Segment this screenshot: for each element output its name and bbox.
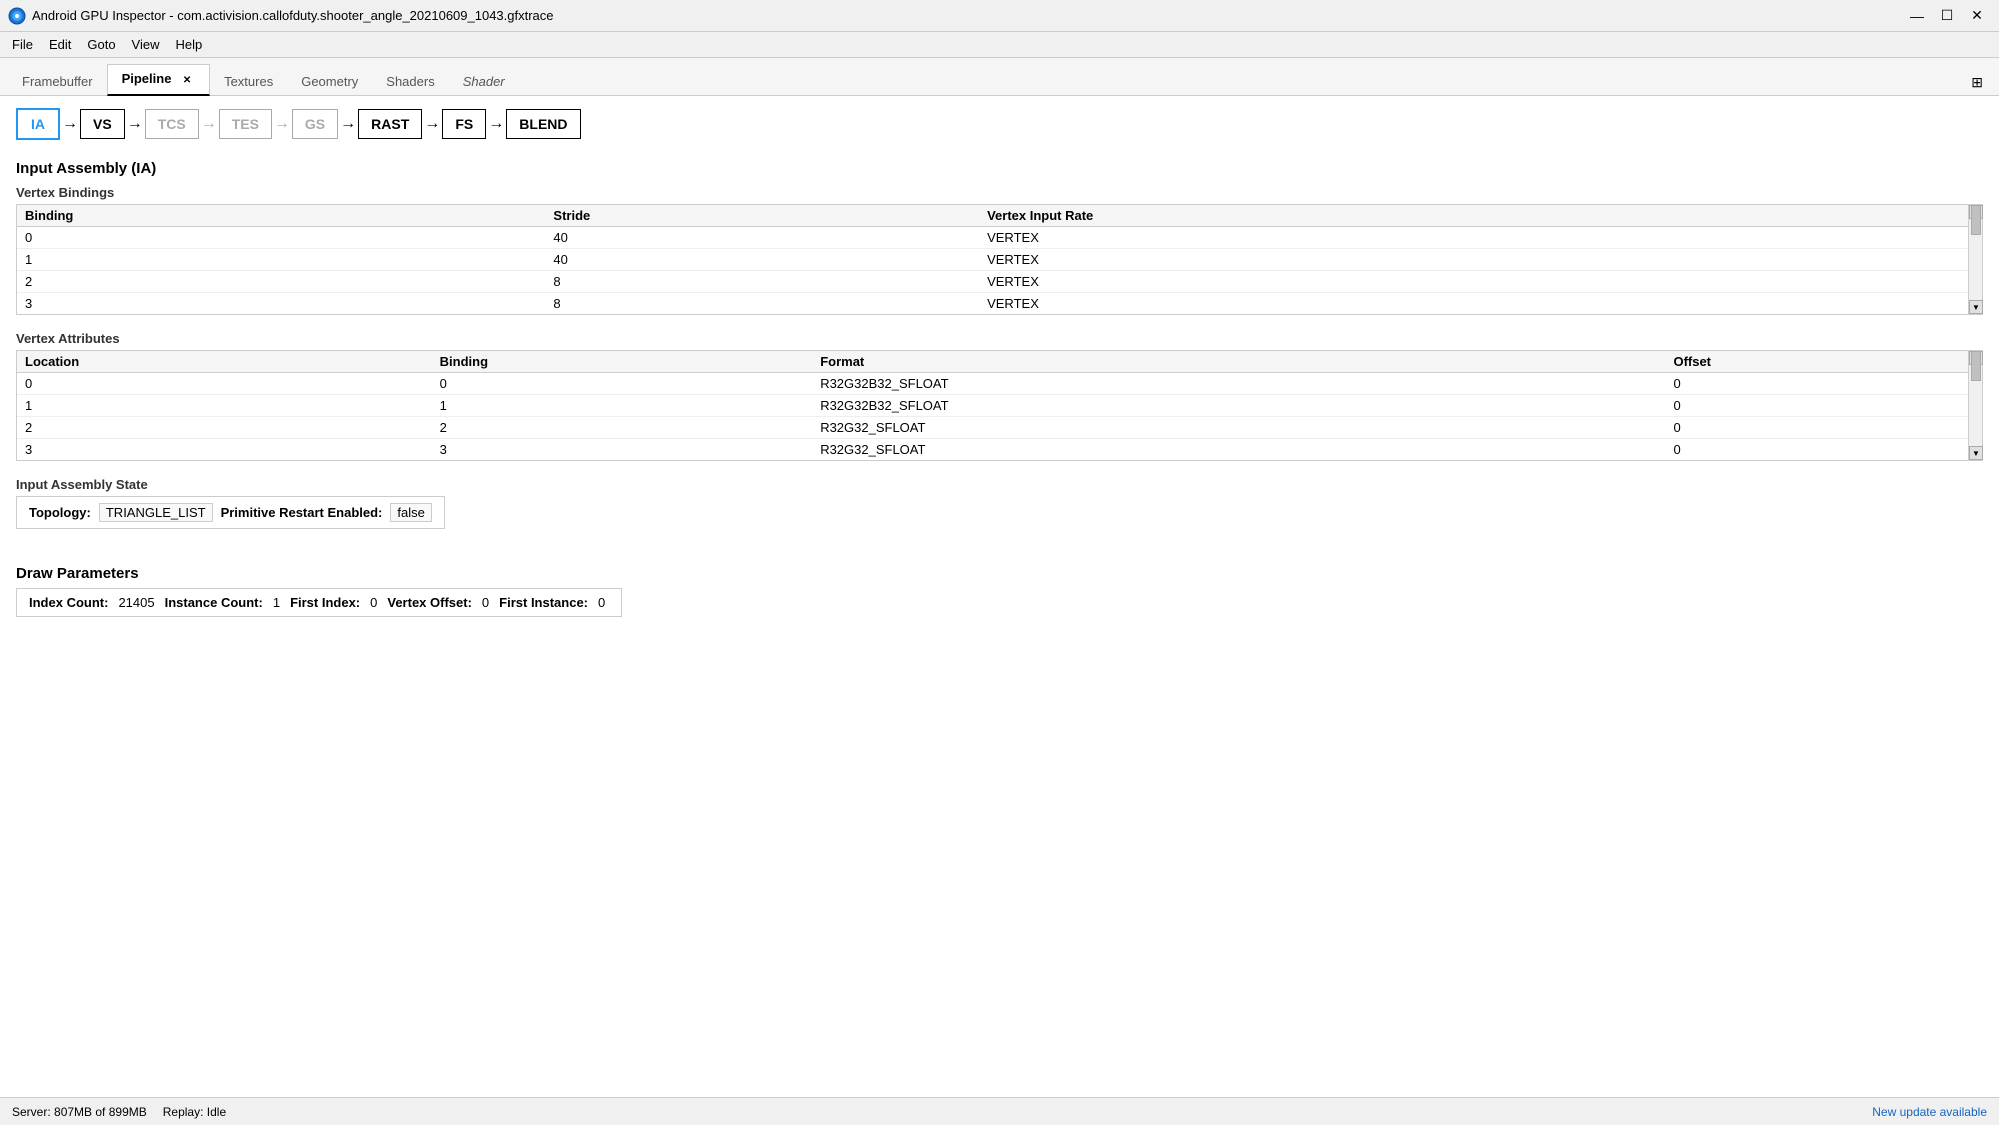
col-location: Location [17,351,432,373]
index-count-label: Index Count: [29,595,108,610]
vertex-bindings-title: Vertex Bindings [16,185,1983,200]
col-format: Format [812,351,1665,373]
menu-help[interactable]: Help [168,35,211,54]
replay-value: Idle [207,1105,226,1119]
tab-shaders[interactable]: Shaders [372,68,448,95]
primitive-restart-value: false [390,503,431,522]
stage-ia[interactable]: IA [16,108,60,140]
tab-bar: Framebuffer Pipeline ✕ Textures Geometry… [0,58,1999,96]
vertex-attributes-table: Location Binding Format Offset 00R32G32B… [17,351,1982,460]
section-input-assembly-title: Input Assembly (IA) [16,160,1983,177]
menu-view[interactable]: View [124,35,168,54]
app-icon [8,7,26,25]
arrow-fs-blend: → [488,115,504,133]
server-label: Server: [12,1105,51,1119]
scrollbar-thumb[interactable] [1971,205,1981,235]
window-title: Android GPU Inspector - com.activision.c… [32,8,554,23]
vertex-bindings-table-container: Binding Stride Vertex Input Rate 040VERT… [16,204,1983,315]
assembly-state-box: Topology: TRIANGLE_LIST Primitive Restar… [16,496,445,529]
col-binding: Binding [432,351,813,373]
table-row: 040VERTEX [17,227,1982,249]
first-instance-value: 0 [594,595,609,610]
col-stride: Stride [545,205,979,227]
table-row: 00R32G32B32_SFLOAT0 [17,373,1982,395]
tab-shader[interactable]: Shader [449,68,519,95]
draw-parameters-title: Draw Parameters [16,565,1983,582]
col-vertex-input-rate: Vertex Input Rate [979,205,1982,227]
arrow-tcs-tes: → [201,115,217,133]
scrollbar-attrs-thumb[interactable] [1971,351,1981,381]
arrow-tes-gs: → [274,115,290,133]
vertex-attrs-scrollbar[interactable]: ▲ ▼ [1968,351,1982,460]
stage-rast[interactable]: RAST [358,109,422,139]
tab-pipeline-close[interactable]: ✕ [179,72,195,88]
primitive-restart-label: Primitive Restart Enabled: [221,505,383,520]
status-bar: Server: 807MB of 899MB Replay: Idle New … [0,1097,1999,1125]
table-row: 11R32G32B32_SFLOAT0 [17,395,1982,417]
menu-edit[interactable]: Edit [41,35,79,54]
pipeline-stages: IA → VS → TCS → TES → GS → RAST → FS → B… [16,108,1983,140]
arrow-ia-vs: → [62,115,78,133]
vertex-offset-label: Vertex Offset: [387,595,472,610]
server-value: 807MB of 899MB [54,1105,147,1119]
table-row: 22R32G32_SFLOAT0 [17,417,1982,439]
close-button[interactable]: ✕ [1963,5,1991,27]
tab-textures[interactable]: Textures [210,68,287,95]
instance-count-label: Instance Count: [165,595,263,610]
table-row: 38VERTEX [17,293,1982,315]
stage-gs[interactable]: GS [292,109,338,139]
replay-status: Replay: Idle [163,1105,226,1119]
scrollbar-attrs-down-btn[interactable]: ▼ [1969,446,1983,460]
menu-goto[interactable]: Goto [79,35,123,54]
main-content: IA → VS → TCS → TES → GS → RAST → FS → B… [0,96,1999,1097]
first-index-label: First Index: [290,595,360,610]
status-bar-left: Server: 807MB of 899MB Replay: Idle [12,1105,226,1119]
arrow-rast-fs: → [424,115,440,133]
stage-tes[interactable]: TES [219,109,272,139]
vertex-attributes-title: Vertex Attributes [16,331,1983,346]
table-row: 28VERTEX [17,271,1982,293]
vertex-bindings-table: Binding Stride Vertex Input Rate 040VERT… [17,205,1982,314]
title-bar: Android GPU Inspector - com.activision.c… [0,0,1999,32]
table-row: 140VERTEX [17,249,1982,271]
update-link[interactable]: New update available [1872,1105,1987,1119]
stage-vs[interactable]: VS [80,109,125,139]
vertex-attributes-table-container: Location Binding Format Offset 00R32G32B… [16,350,1983,461]
scrollbar-down-btn[interactable]: ▼ [1969,300,1983,314]
topology-label: Topology: [29,505,91,520]
stage-tcs[interactable]: TCS [145,109,199,139]
stage-blend[interactable]: BLEND [506,109,580,139]
vertex-offset-value: 0 [478,595,493,610]
server-status: Server: 807MB of 899MB [12,1105,147,1119]
instance-count-value: 1 [269,595,284,610]
expand-button[interactable]: ⊞ [1963,70,1991,95]
first-instance-label: First Instance: [499,595,588,610]
minimize-button[interactable]: — [1903,5,1931,27]
replay-label: Replay: [163,1105,204,1119]
table-row: 33R32G32_SFLOAT0 [17,439,1982,461]
menu-bar: File Edit Goto View Help [0,32,1999,58]
index-count-value: 21405 [114,595,158,610]
tab-framebuffer[interactable]: Framebuffer [8,68,107,95]
assembly-state-title: Input Assembly State [16,477,1983,492]
arrow-vs-tcs: → [127,115,143,133]
vertex-bindings-scrollbar[interactable]: ▲ ▼ [1968,205,1982,314]
tab-pipeline[interactable]: Pipeline ✕ [107,64,210,97]
draw-params-box: Index Count: 21405 Instance Count: 1 Fir… [16,588,622,617]
col-offset: Offset [1665,351,1982,373]
first-index-value: 0 [366,595,381,610]
stage-fs[interactable]: FS [442,109,486,139]
arrow-gs-rast: → [340,115,356,133]
window-controls: — ☐ ✕ [1903,5,1991,27]
maximize-button[interactable]: ☐ [1933,5,1961,27]
topology-value: TRIANGLE_LIST [99,503,213,522]
col-binding: Binding [17,205,545,227]
tab-geometry[interactable]: Geometry [287,68,372,95]
menu-file[interactable]: File [4,35,41,54]
